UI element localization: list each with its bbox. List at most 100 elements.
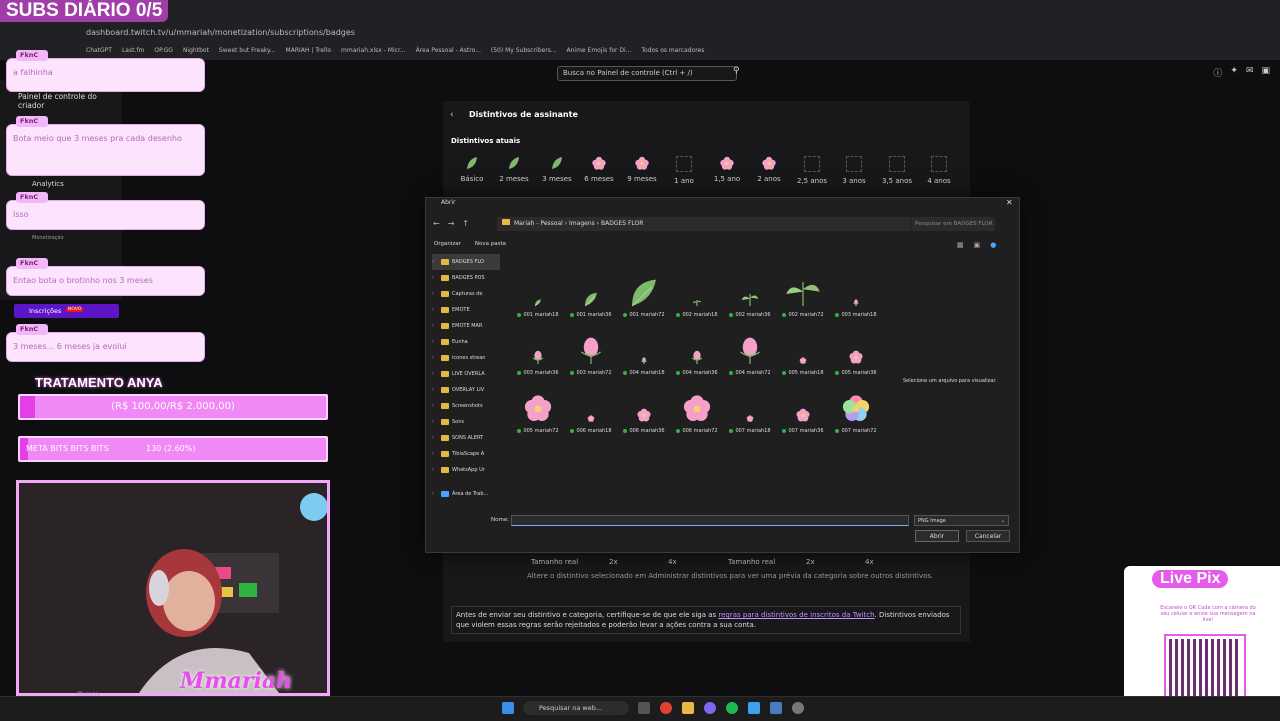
file-item[interactable]: 007 mariah18 — [724, 378, 776, 434]
bookmark-item[interactable]: Anime Emojis for Di... — [567, 44, 632, 56]
file-item[interactable]: 004 mariah18 — [618, 320, 670, 376]
folder-tree-item[interactable]: › SONS ALERT — [432, 430, 500, 446]
bits-icon[interactable]: ✦ — [1230, 66, 1238, 79]
file-item[interactable]: 007 mariah72 — [830, 378, 882, 434]
chrome-icon[interactable] — [660, 702, 672, 714]
folder-tree-item[interactable]: › LIVE OVERLA — [432, 366, 500, 382]
folder-tree-item[interactable]: › Área de Trab... — [432, 486, 500, 502]
folder-search-input[interactable]: Pesquisar em BADGES FLOR — [910, 217, 995, 231]
badge-slot[interactable]: 1,5 ano — [707, 155, 747, 183]
badge-slot[interactable]: 3 meses — [537, 155, 577, 183]
bookmark-item[interactable]: Todos os marcadores — [641, 44, 704, 56]
folder-tree-item[interactable]: › icones strean — [432, 350, 500, 366]
file-name-text: 001 mariah18 — [523, 312, 559, 318]
up-icon[interactable]: ↑ — [462, 219, 469, 228]
file-name-input[interactable] — [511, 515, 909, 526]
bookmark-item[interactable]: Área Pessoal - Astro... — [416, 44, 481, 56]
badge-slot[interactable]: 9 meses — [622, 155, 662, 183]
breadcrumb[interactable]: Mariah - Pessoal › Imagens › BADGES FLOR — [497, 217, 910, 231]
windows-start-icon[interactable] — [502, 702, 514, 714]
search-icon[interactable]: ⚲ — [733, 66, 745, 80]
view-mode-icon[interactable]: ▦ — [957, 241, 964, 249]
file-item[interactable]: 002 mariah72 — [777, 262, 829, 318]
app-icon[interactable] — [704, 702, 716, 714]
folder-tree-item[interactable]: › OVERLAY LIV — [432, 382, 500, 398]
file-item[interactable]: 007 mariah36 — [777, 378, 829, 434]
new-folder-button[interactable]: Nova pasta — [475, 241, 506, 247]
file-item[interactable]: 006 mariah18 — [565, 378, 617, 434]
badge-slot[interactable]: 3 anos — [834, 155, 874, 185]
badge-slot[interactable]: 3,5 anos — [877, 155, 917, 185]
folder-tree-item[interactable]: › BADGES POS — [432, 270, 500, 286]
sidebar-item-subscriptions[interactable]: Inscrições NOVO — [14, 304, 119, 318]
dialog-toolbar: Organizar Nova pasta — [434, 241, 506, 247]
address-bar[interactable]: dashboard.twitch.tv/u/mmariah/monetizati… — [86, 26, 1186, 40]
forward-icon[interactable]: → — [448, 219, 455, 228]
folder-tree-item[interactable]: › EMOTE MAR — [432, 318, 500, 334]
folder-tree-item[interactable]: › TibiaScape A — [432, 446, 500, 462]
file-item[interactable]: 003 mariah18 — [830, 262, 882, 318]
help-icon[interactable]: ● — [990, 241, 996, 249]
file-item[interactable]: 006 mariah36 — [618, 378, 670, 434]
preview-pane-icon[interactable]: ▣ — [974, 241, 981, 249]
file-item[interactable]: 001 mariah18 — [512, 262, 564, 318]
help-icon[interactable]: ⓘ — [1213, 66, 1222, 79]
folder-tree-item[interactable]: › Eunha — [432, 334, 500, 350]
cancel-button[interactable]: Cancelar — [966, 530, 1010, 542]
file-item[interactable]: 002 mariah36 — [724, 262, 776, 318]
badge-tier-label: 6 meses — [584, 175, 614, 183]
file-item[interactable]: 005 mariah72 — [512, 378, 564, 434]
bookmark-item[interactable]: mmariah.xlsx - Micr... — [341, 44, 406, 56]
file-item[interactable]: 001 mariah72 — [618, 262, 670, 318]
badge-slot[interactable]: 1 ano — [664, 155, 704, 185]
badge-slot[interactable]: 2 meses — [494, 155, 534, 183]
task-view-icon[interactable] — [638, 702, 650, 714]
close-icon[interactable]: ✕ — [1006, 198, 1013, 207]
badge-slot[interactable]: 4 anos — [919, 155, 959, 185]
breadcrumb-item[interactable]: Imagens — [569, 220, 595, 227]
app-icon[interactable] — [748, 702, 760, 714]
file-item[interactable]: 005 mariah18 — [777, 320, 829, 376]
badge-slot[interactable]: 2 anos — [749, 155, 789, 183]
app-icon[interactable] — [770, 702, 782, 714]
bookmark-item[interactable]: (50) My Subscribers... — [491, 44, 557, 56]
file-item[interactable]: 003 mariah36 — [512, 320, 564, 376]
file-item[interactable]: 004 mariah72 — [724, 320, 776, 376]
breadcrumb-item[interactable]: Mariah - Pessoal — [514, 220, 563, 227]
folder-tree-item[interactable]: › EMOTE — [432, 302, 500, 318]
rules-link[interactable]: regras para distintivos de inscritos da … — [718, 611, 874, 619]
organize-button[interactable]: Organizar — [434, 241, 461, 247]
badge-slot[interactable]: 6 meses — [579, 155, 619, 183]
sidebar-item-analytics[interactable]: Analytics — [32, 180, 64, 188]
sync-status-icon — [782, 312, 787, 317]
bookmark-item[interactable]: MARIAH | Trello — [286, 44, 332, 56]
open-button[interactable]: Abrir — [915, 530, 959, 542]
file-item[interactable]: 005 mariah36 — [830, 320, 882, 376]
back-icon[interactable]: ← — [433, 219, 440, 228]
spotify-icon[interactable] — [726, 702, 738, 714]
folder-tree-item[interactable]: › Capturas de — [432, 286, 500, 302]
file-type-select[interactable]: PNG Image ⌄ — [914, 515, 1009, 526]
inbox-icon[interactable]: ✉ — [1246, 66, 1254, 79]
badge-slot[interactable]: 2,5 anos — [792, 155, 832, 185]
file-item[interactable]: 003 mariah72 — [565, 320, 617, 376]
breadcrumb-item[interactable]: BADGES FLOR — [601, 220, 643, 227]
dashboard-search-input[interactable]: Busca no Painel de controle (Ctrl + /) — [557, 66, 737, 81]
taskbar-search-input[interactable]: Pesquisar na web... — [523, 701, 629, 715]
folder-tree-item[interactable]: › BADGES FLO — [432, 254, 500, 270]
file-explorer-icon[interactable] — [682, 702, 694, 714]
folder-tree-item[interactable]: › WhatsApp Ur — [432, 462, 500, 478]
badge-slot[interactable]: Básico — [452, 155, 492, 183]
notifications-icon[interactable]: ▣ — [1261, 66, 1270, 79]
app-icon[interactable] — [792, 702, 804, 714]
file-item[interactable]: 002 mariah18 — [671, 262, 723, 318]
file-item[interactable]: 004 mariah36 — [671, 320, 723, 376]
file-item[interactable]: 006 mariah72 — [671, 378, 723, 434]
back-arrow-icon[interactable]: ‹ — [450, 110, 454, 120]
bookmark-item[interactable]: Sweet but Freaky... — [219, 44, 276, 56]
file-item[interactable]: 001 mariah36 — [565, 262, 617, 318]
folder-tree-item[interactable]: › Screenshots — [432, 398, 500, 414]
folder-tree-item[interactable]: › Sons — [432, 414, 500, 430]
sidebar-creator-dashboard[interactable]: Painel de controle do criador — [18, 92, 113, 110]
sidebar-item-monetization[interactable]: Monetização — [32, 235, 64, 241]
